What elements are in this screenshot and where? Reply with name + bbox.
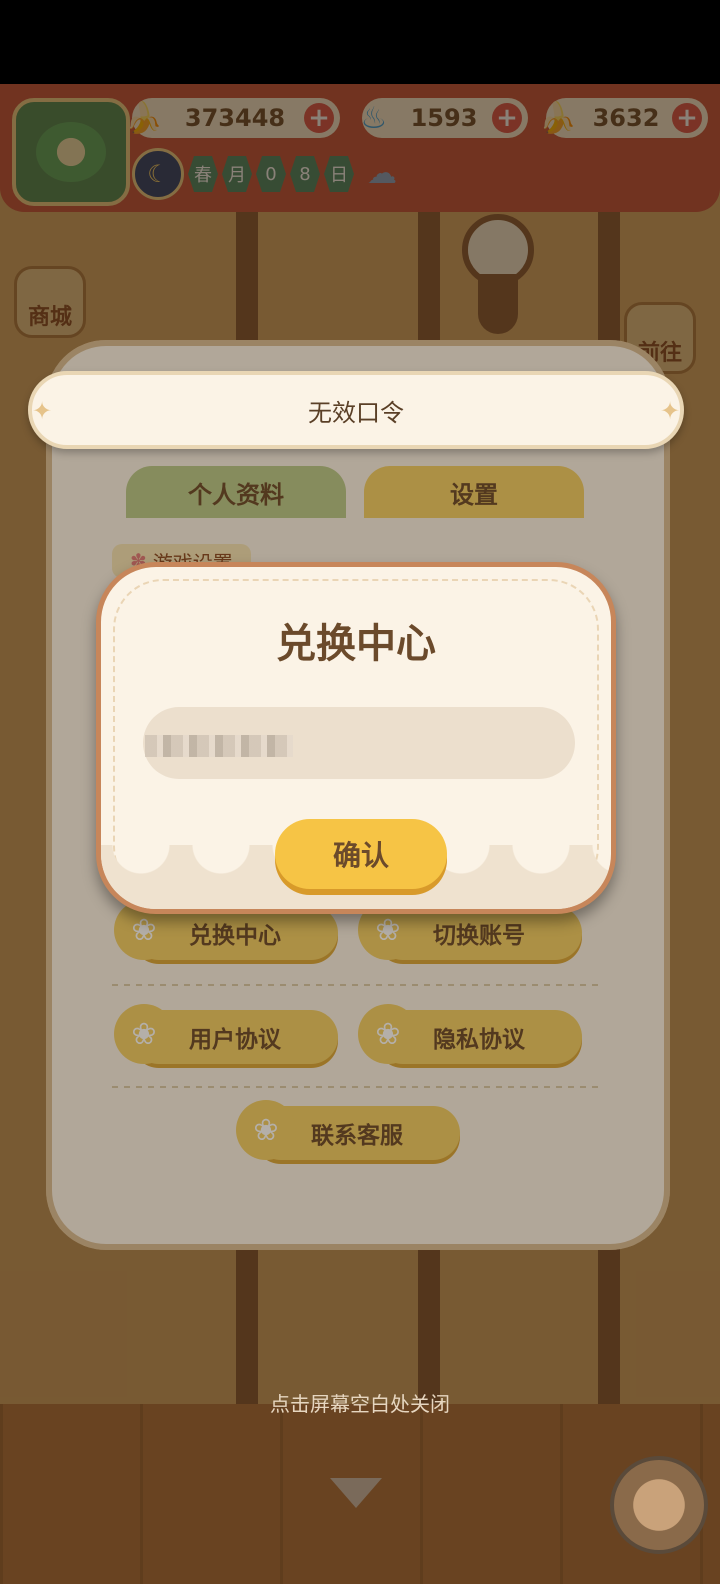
confirm-button[interactable]: 确认 <box>275 819 447 889</box>
obscured-code-text <box>145 735 293 757</box>
close-hint: 点击屏幕空白处关闭 <box>270 1392 450 1416</box>
star-icon: ✦ <box>660 397 681 425</box>
toast-text: 无效口令 <box>308 398 404 427</box>
down-arrow-icon[interactable] <box>330 1478 382 1508</box>
yarn-ball-icon[interactable] <box>610 1456 708 1554</box>
exchange-dialog: 兑换中心 确认 <box>96 562 616 914</box>
dialog-title: 兑换中心 <box>276 621 436 667</box>
star-icon: ✦ <box>32 397 53 425</box>
toast-message: 无效口令 <box>28 371 684 449</box>
